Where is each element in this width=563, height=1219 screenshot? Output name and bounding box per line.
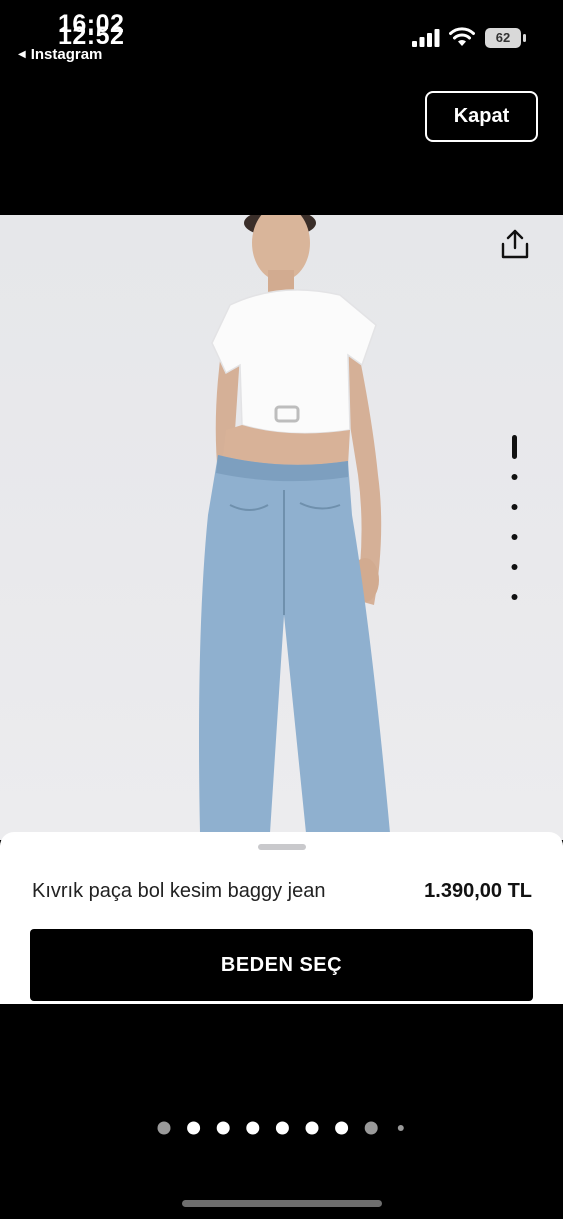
- battery-level: 62: [495, 30, 511, 45]
- page-dot[interactable]: [246, 1121, 260, 1135]
- product-name: Kıvrık paça bol kesim baggy jean: [32, 880, 326, 902]
- close-button[interactable]: Kapat: [425, 91, 538, 142]
- indicator-active[interactable]: [512, 435, 517, 459]
- share-icon[interactable]: [500, 228, 530, 260]
- page-dot[interactable]: [157, 1121, 171, 1135]
- sheet-handle[interactable]: [258, 844, 306, 850]
- model-illustration: [199, 215, 390, 833]
- indicator-dot[interactable]: [511, 534, 518, 540]
- product-image[interactable]: [0, 215, 563, 840]
- indicator-dot[interactable]: [511, 564, 518, 570]
- back-triangle-icon: ◀: [18, 49, 26, 60]
- home-indicator[interactable]: [182, 1200, 382, 1207]
- back-to-app-link[interactable]: ◀ Instagram: [18, 46, 102, 63]
- image-position-indicator[interactable]: [506, 432, 524, 622]
- status-bar: 16:02 12:52 ◀ Instagram 62: [0, 0, 563, 70]
- page-dot[interactable]: [397, 1125, 404, 1131]
- wifi-icon: [449, 27, 475, 46]
- page-dot[interactable]: [275, 1121, 289, 1135]
- indicator-dot[interactable]: [511, 474, 518, 480]
- indicator-dot[interactable]: [511, 504, 518, 510]
- indicator-dot[interactable]: [511, 594, 518, 600]
- select-size-button[interactable]: BEDEN SEÇ: [30, 929, 533, 1001]
- product-price: 1.390,00 TL: [424, 880, 532, 902]
- signal-icon: [412, 29, 440, 47]
- page-dots[interactable]: [150, 1118, 420, 1138]
- page-dot[interactable]: [305, 1121, 319, 1135]
- product-sheet: Kıvrık paça bol kesim baggy jean 1.390,0…: [0, 832, 563, 1004]
- page-dot[interactable]: [216, 1121, 230, 1135]
- page-dot[interactable]: [335, 1121, 349, 1135]
- back-app-label: Instagram: [30, 46, 103, 63]
- page-dot-active[interactable]: [187, 1121, 201, 1135]
- battery-icon: 62: [485, 28, 527, 48]
- page-dot[interactable]: [364, 1121, 378, 1135]
